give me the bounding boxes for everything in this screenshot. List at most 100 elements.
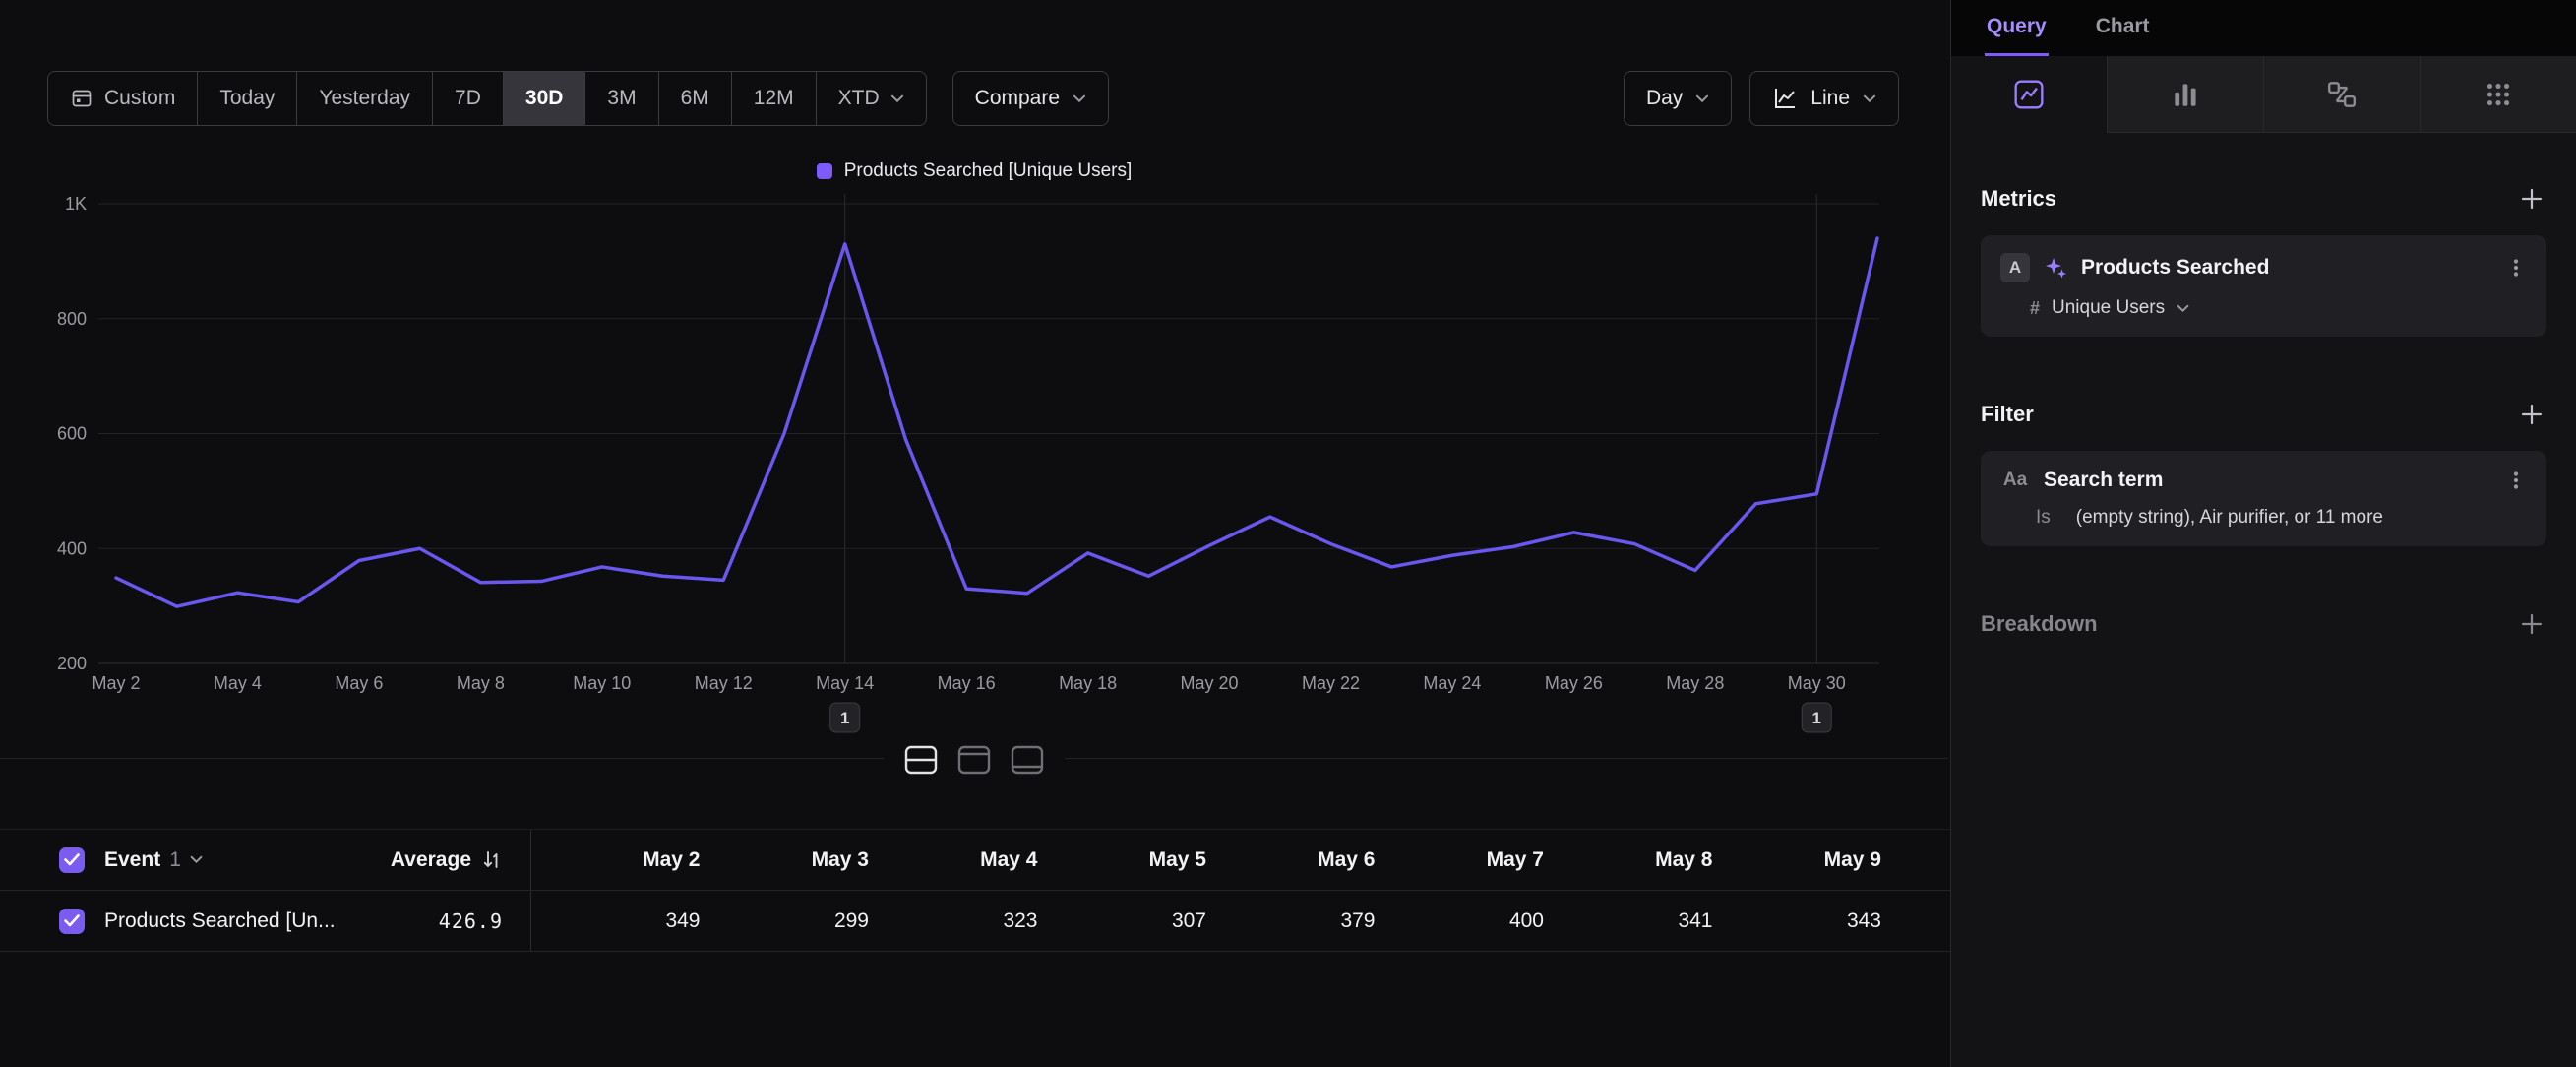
plus-icon	[2520, 187, 2544, 211]
results-table: Event 1 Average May 2May 3May 4May 5May …	[0, 829, 1950, 952]
cell-value-1: 299	[701, 910, 870, 933]
x-tick-label: May 18	[1059, 673, 1117, 693]
calendar-icon	[70, 87, 93, 110]
x-tick-label: May 26	[1545, 673, 1603, 693]
x-tick-label: May 10	[573, 673, 631, 693]
range-12m-button[interactable]: 12M	[731, 71, 817, 126]
tab-chart[interactable]: Chart	[2094, 0, 2152, 56]
metric-letter-badge: A	[2000, 253, 2030, 282]
event-header-dropdown[interactable]: Event 1	[104, 830, 336, 890]
x-tick-label: May 16	[938, 673, 996, 693]
table-row: Products Searched [Un... 426.9 349299323…	[0, 891, 1950, 952]
chart-type-button[interactable]: Line	[1749, 71, 1899, 126]
column-header-1[interactable]: May 3	[701, 848, 870, 872]
x-tick-label: May 14	[816, 673, 874, 693]
range-3m-button[interactable]: 3M	[584, 71, 658, 126]
x-tick-label: May 12	[695, 673, 753, 693]
chevron-down-icon	[1863, 94, 1876, 103]
chevron-down-icon	[1073, 94, 1086, 103]
string-type-badge: Aa	[2000, 470, 2030, 491]
aggregation-dropdown[interactable]: # Unique Users	[2030, 297, 2527, 319]
filter-property-name: Search term	[2044, 469, 2491, 492]
metrics-section-heading: Metrics	[1981, 184, 2546, 214]
series-line	[116, 238, 1877, 606]
sort-icon	[481, 849, 503, 871]
viz-tab-bar[interactable]	[2107, 56, 2263, 133]
filter-card[interactable]: Aa Search term Is (empty string), Air pu…	[1981, 451, 2546, 546]
viz-tab-flows[interactable]	[2263, 56, 2420, 133]
average-header-sort[interactable]: Average	[336, 830, 503, 890]
column-header-6[interactable]: May 8	[1544, 848, 1713, 872]
column-header-5[interactable]: May 7	[1376, 848, 1545, 872]
event-sparkle-icon	[2044, 256, 2067, 280]
range-7d-button[interactable]: 7D	[432, 71, 504, 126]
filter-value[interactable]: (empty string), Air purifier, or 11 more	[2076, 507, 2383, 529]
legend-label: Products Searched [Unique Users]	[844, 160, 1133, 182]
sidebar-tab-strip: Query Chart	[1951, 0, 2576, 56]
x-tick-label: May 2	[92, 673, 140, 693]
add-breakdown-button[interactable]	[2517, 609, 2546, 639]
breakdown-section-heading: Breakdown	[1981, 609, 2546, 639]
tab-query[interactable]: Query	[1985, 0, 2049, 56]
check-icon	[64, 914, 80, 927]
compare-button[interactable]: Compare	[952, 71, 1109, 126]
range-xtd-button[interactable]: XTD	[816, 71, 927, 126]
more-apps-tab-icon	[2483, 79, 2514, 110]
add-metric-button[interactable]	[2517, 184, 2546, 214]
y-tick-label: 800	[57, 309, 87, 329]
column-header-2[interactable]: May 4	[869, 848, 1038, 872]
add-filter-button[interactable]	[2517, 400, 2546, 429]
x-tick-label: May 30	[1788, 673, 1846, 693]
range-group: CustomTodayYesterday7D30D3M6M12MXTD	[47, 71, 927, 126]
metric-kebab-menu[interactable]	[2505, 257, 2527, 279]
row-event-name: Products Searched [Un...	[104, 891, 336, 951]
filter-section-heading: Filter	[1981, 400, 2546, 429]
column-header-4[interactable]: May 6	[1206, 848, 1376, 872]
filter-kebab-menu[interactable]	[2505, 470, 2527, 491]
range-30d-button[interactable]: 30D	[503, 71, 586, 126]
column-header-3[interactable]: May 5	[1038, 848, 1207, 872]
table-header-dates: May 2May 3May 4May 5May 6May 7May 8May 9	[530, 830, 1950, 890]
y-tick-label: 400	[57, 538, 87, 558]
y-tick-label: 200	[57, 654, 87, 673]
cell-value-7: 343	[1713, 910, 1882, 933]
check-icon	[64, 853, 80, 866]
x-tick-label: May 22	[1302, 673, 1360, 693]
layout-split-horizontal-button[interactable]	[901, 740, 941, 780]
select-all-checkbox[interactable]	[59, 847, 85, 873]
range-6m-button[interactable]: 6M	[658, 71, 732, 126]
breakdown-heading-label: Breakdown	[1981, 611, 2098, 637]
legend-swatch	[817, 163, 832, 179]
table-row-dates: 349299323307379400341343	[530, 891, 1950, 951]
viz-tab-more[interactable]	[2420, 56, 2576, 133]
row-checkbox[interactable]	[59, 909, 85, 934]
metric-card[interactable]: A Products Searched # Unique Users	[1981, 235, 2546, 337]
layout-table-only-button[interactable]	[1008, 740, 1047, 780]
granularity-button[interactable]: Day	[1624, 71, 1732, 126]
range-today-button[interactable]: Today	[197, 71, 297, 126]
chevron-down-icon	[1695, 94, 1709, 103]
line-chart-tab-icon	[2013, 79, 2045, 110]
viz-tab-line[interactable]	[1951, 56, 2107, 133]
chart-legend[interactable]: Products Searched [Unique Users]	[0, 160, 1948, 182]
metric-name: Products Searched	[2081, 256, 2491, 280]
x-tick-label: May 6	[335, 673, 383, 693]
event-count: 1	[169, 848, 181, 872]
cell-value-6: 341	[1544, 910, 1713, 933]
column-header-7[interactable]: May 9	[1713, 848, 1882, 872]
range-custom-button[interactable]: Custom	[47, 71, 198, 126]
annotation-badge-label: 1	[840, 709, 849, 727]
x-tick-label: May 8	[457, 673, 505, 693]
chevron-down-icon	[2177, 304, 2189, 313]
chevron-down-icon	[190, 855, 203, 864]
bar-chart-tab-icon	[2170, 79, 2201, 110]
y-tick-label: 600	[57, 424, 87, 444]
cell-value-2: 323	[869, 910, 1038, 933]
column-header-0[interactable]: May 2	[531, 848, 701, 872]
filter-operator[interactable]: Is	[2036, 507, 2051, 529]
range-yesterday-button[interactable]: Yesterday	[296, 71, 433, 126]
cell-value-5: 400	[1376, 910, 1545, 933]
cell-value-3: 307	[1038, 910, 1207, 933]
query-sidebar: Query Chart Metrics A	[1950, 0, 2576, 1067]
layout-chart-only-button[interactable]	[954, 740, 994, 780]
